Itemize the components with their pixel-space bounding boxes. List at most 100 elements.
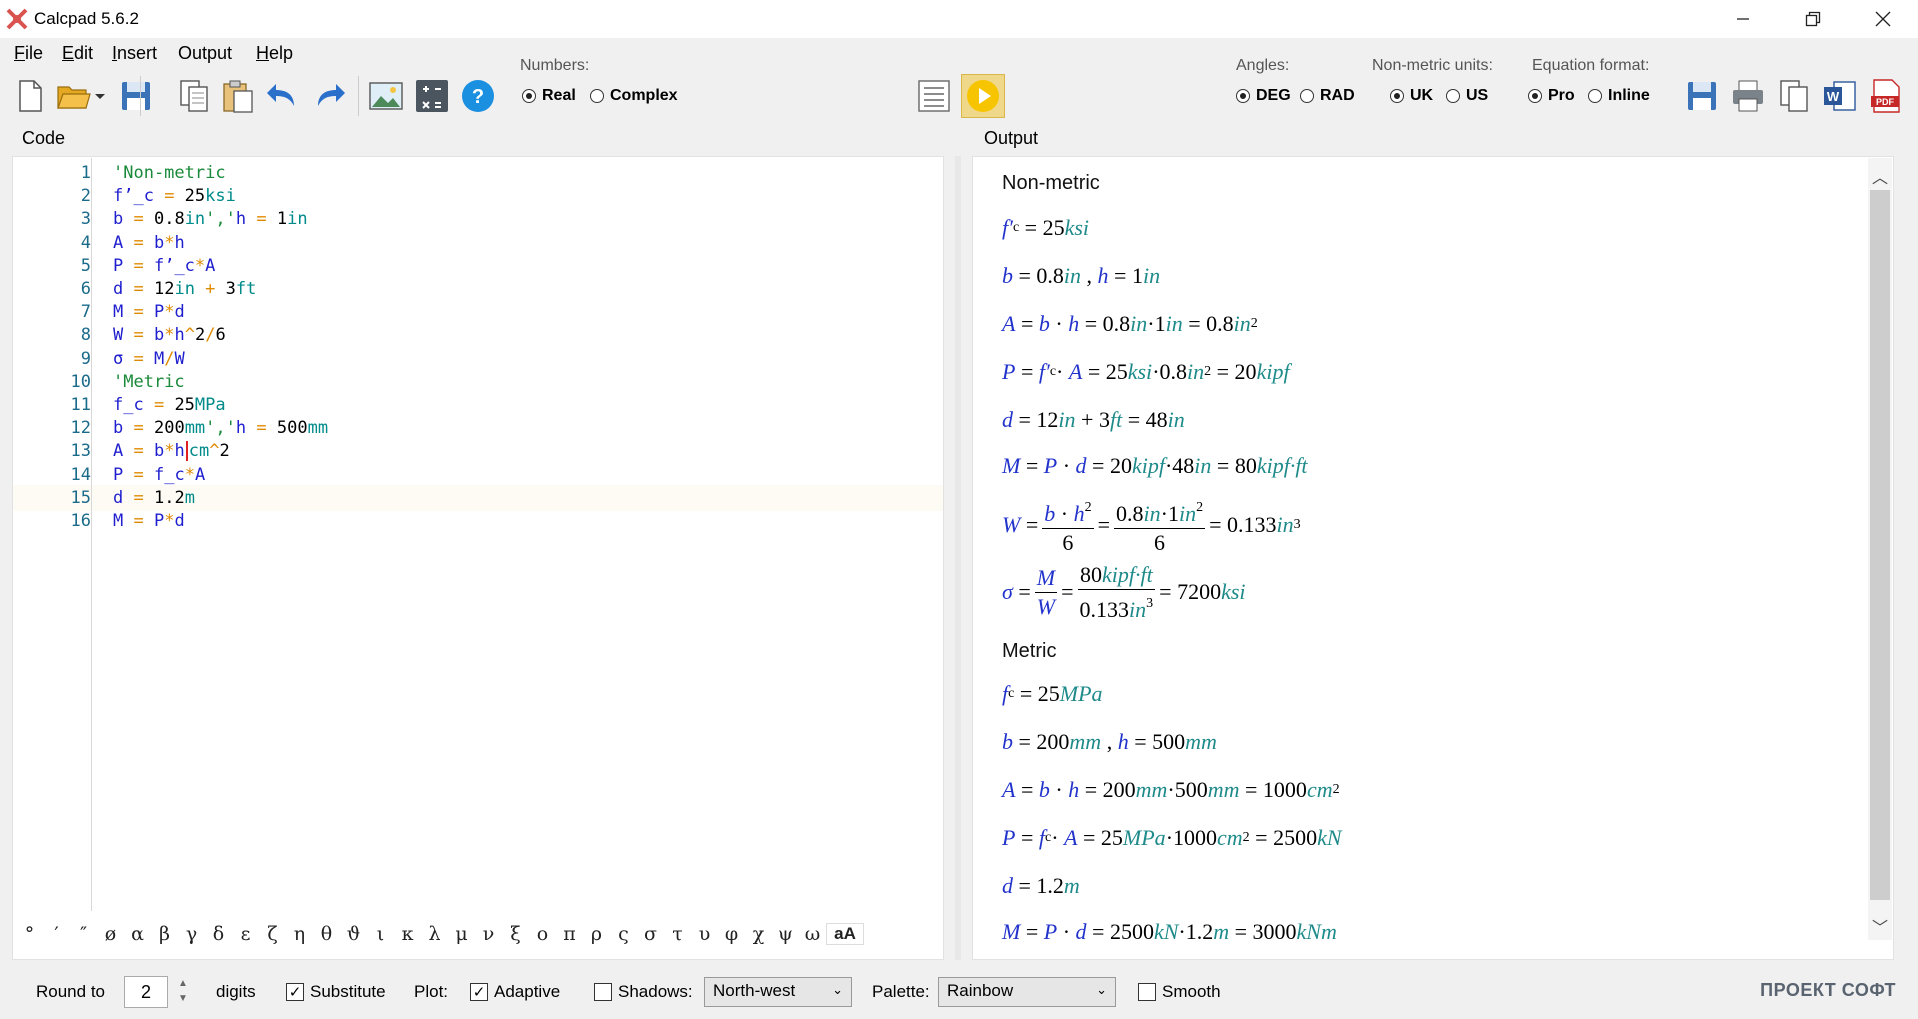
run-button[interactable] (961, 74, 1005, 118)
greek-symbol-button[interactable]: ρ (583, 923, 610, 945)
radio-complex-label: Complex (610, 87, 678, 104)
word-icon[interactable]: W (1822, 78, 1858, 114)
greek-symbol-button[interactable]: κ (394, 923, 421, 945)
code-line[interactable]: 1 'Non-metric (13, 160, 943, 186)
greek-symbol-button[interactable]: φ (718, 923, 745, 945)
undo-icon[interactable] (264, 78, 300, 114)
greek-symbol-button[interactable]: ζ (259, 923, 286, 945)
radio-pro[interactable]: Pro (1528, 86, 1575, 106)
menu-help[interactable]: Help (256, 43, 293, 64)
units-label: Non-metric units: (1372, 57, 1493, 74)
greek-symbol-button[interactable]: ′ (43, 923, 70, 945)
radio-us[interactable]: US (1446, 86, 1488, 106)
adaptive-checkbox[interactable]: ✓ Adaptive (470, 982, 560, 1002)
equation-format-label: Equation format: (1532, 57, 1650, 74)
radio-deg[interactable]: DEG (1236, 86, 1291, 106)
greek-symbol-button[interactable]: β (151, 923, 178, 945)
copy-icon[interactable] (176, 78, 212, 114)
code-line[interactable]: 4 A = b*h (13, 230, 943, 256)
greek-symbol-button[interactable]: ν (475, 923, 502, 945)
greek-symbol-button[interactable]: ϑ (340, 923, 367, 945)
greek-symbol-button[interactable]: ε (232, 923, 259, 945)
greek-symbol-button[interactable]: ο (529, 923, 556, 945)
greek-symbol-button[interactable]: λ (421, 923, 448, 945)
code-line[interactable]: 2 f’_c = 25ksi (13, 183, 943, 209)
greek-symbol-button[interactable]: γ (178, 923, 205, 945)
greek-symbol-button[interactable]: μ (448, 923, 475, 945)
greek-symbol-button[interactable]: ξ (502, 923, 529, 945)
chevron-down-icon[interactable] (92, 78, 108, 114)
menu-insert[interactable]: Insert (112, 43, 157, 64)
greek-symbol-button[interactable]: σ (637, 923, 664, 945)
code-line[interactable]: 3 b = 0.8in','h = 1in (13, 206, 943, 232)
case-toggle-button[interactable]: aA (826, 923, 864, 945)
code-line[interactable]: 12 b = 200mm','h = 500mm (13, 415, 943, 441)
scroll-down-icon[interactable]: ﹀ (1870, 914, 1890, 938)
code-line[interactable]: 15 d = 1.2m (13, 484, 943, 511)
shadows-dropdown[interactable]: North-west ⌄ (704, 977, 852, 1007)
restore-button[interactable] (1778, 0, 1848, 38)
code-editor[interactable]: 1 'Non-metric 2 f’_c = 25ksi 3 b = 0.8in','h … (12, 156, 944, 960)
code-line[interactable]: 8 W = b*h^2/6 (13, 322, 943, 348)
greek-symbol-button[interactable]: θ (313, 923, 340, 945)
minimize-button[interactable] (1708, 0, 1778, 38)
paste-icon[interactable] (220, 78, 256, 114)
greek-symbol-button[interactable]: ° (16, 923, 43, 945)
greek-symbol-button[interactable]: η (286, 923, 313, 945)
greek-symbol-button[interactable]: ″ (70, 923, 97, 945)
substitute-checkbox[interactable]: ✓ Substitute (286, 982, 386, 1002)
round-spinner[interactable]: ▲ ▼ (174, 976, 192, 1008)
open-folder-icon[interactable] (56, 78, 92, 114)
greek-symbol-button[interactable]: ω (799, 923, 826, 945)
image-icon[interactable] (368, 78, 404, 114)
new-file-icon[interactable] (12, 78, 48, 114)
greek-symbol-button[interactable]: χ (745, 923, 772, 945)
greek-symbol-button[interactable]: ψ (772, 923, 799, 945)
code-line[interactable]: 13 A = b*h cm^2 (13, 438, 943, 464)
greek-symbol-button[interactable]: τ (664, 923, 691, 945)
code-line[interactable]: 5 P = f’_c*A (13, 253, 943, 279)
code-line[interactable]: 11 f_c = 25MPa (13, 392, 943, 418)
shadows-checkbox[interactable]: Shadows: (594, 982, 693, 1002)
code-line[interactable]: 10 'Metric (13, 369, 943, 395)
help-icon[interactable]: ? (460, 78, 496, 114)
menu-output[interactable]: Output (178, 43, 232, 64)
save-output-icon[interactable] (1684, 78, 1720, 114)
code-line[interactable]: 6 d = 12in + 3ft (13, 276, 943, 302)
greek-symbol-button[interactable]: ι (367, 923, 394, 945)
greek-symbol-button[interactable]: υ (691, 923, 718, 945)
greek-symbol-button[interactable]: δ (205, 923, 232, 945)
code-line[interactable]: 16 M = P*d (13, 508, 943, 534)
calculator-icon[interactable] (414, 78, 450, 114)
smooth-checkbox[interactable]: Smooth (1138, 982, 1221, 1002)
radio-complex[interactable]: Complex (590, 86, 678, 106)
panel-splitter[interactable] (955, 156, 961, 960)
radio-rad[interactable]: RAD (1300, 86, 1355, 106)
greek-symbol-button[interactable]: ø (97, 923, 124, 945)
copy-output-icon[interactable] (1776, 78, 1812, 114)
greek-symbol-button[interactable]: ς (610, 923, 637, 945)
menu-edit[interactable]: Edit (62, 43, 93, 64)
menu-file[interactable]: File (14, 43, 43, 64)
pdf-icon[interactable]: PDF (1868, 78, 1904, 114)
code-line[interactable]: 14 P = f_c*A (13, 462, 943, 488)
radio-uk[interactable]: UK (1390, 86, 1433, 106)
title-bar: Calcpad 5.6.2 (0, 0, 1918, 38)
code-text: P = f_c*A (113, 464, 206, 485)
save-icon[interactable] (118, 78, 154, 114)
radio-real[interactable]: Real (522, 86, 576, 106)
redo-icon[interactable] (312, 78, 348, 114)
round-digits-input[interactable]: 2 (124, 976, 168, 1008)
scroll-up-icon[interactable]: ︿ (1870, 164, 1890, 188)
greek-symbol-button[interactable]: π (556, 923, 583, 945)
print-icon[interactable] (1730, 78, 1766, 114)
code-line[interactable]: 7 M = P*d (13, 299, 943, 325)
greek-symbol-button[interactable]: α (124, 923, 151, 945)
code-line[interactable]: 9 σ = M/W (13, 346, 943, 372)
close-button[interactable] (1848, 0, 1918, 38)
radio-dot (522, 89, 536, 103)
palette-dropdown[interactable]: Rainbow ⌄ (938, 977, 1116, 1007)
radio-inline[interactable]: Inline (1588, 86, 1650, 106)
scrollbar-thumb[interactable] (1870, 190, 1890, 900)
toggle-view-icon[interactable] (916, 78, 952, 114)
